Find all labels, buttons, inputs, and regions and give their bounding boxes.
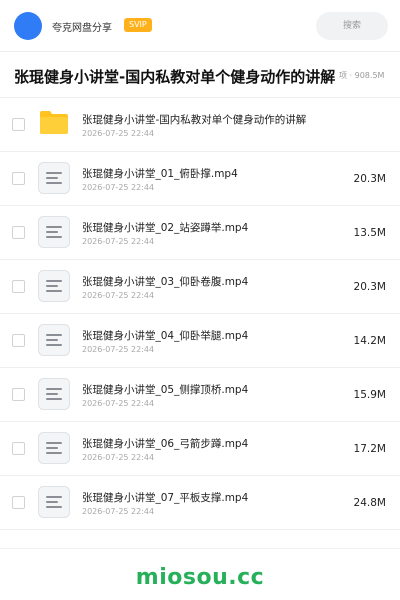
file-date: 2026-07-25 22:44 [82, 129, 155, 138]
folder-row[interactable]: 张琨健身小讲堂-国内私教对单个健身动作的讲解 2026-07-25 22:44 [0, 98, 400, 152]
file-icon [38, 486, 70, 518]
file-size: 14.2M [353, 335, 386, 347]
file-date: 2026-07-25 22:44 [82, 183, 155, 192]
file-name[interactable]: 张琨健身小讲堂_04_仰卧举腿.mp4 [82, 328, 248, 343]
file-icon [38, 216, 70, 248]
file-name[interactable]: 张琨健身小讲堂_06_弓箭步蹲.mp4 [82, 436, 248, 451]
file-icon [38, 432, 70, 464]
share-meta: 项 · 908.5M [339, 71, 385, 80]
file-row[interactable]: 张琨健身小讲堂_03_仰卧卷腹.mp4 2026-07-25 22:44 20.3M [0, 260, 400, 314]
file-name[interactable]: 张琨健身小讲堂-国内私教对单个健身动作的讲解 [82, 112, 306, 127]
file-date: 2026-07-25 22:44 [82, 291, 155, 300]
file-name[interactable]: 张琨健身小讲堂_05_侧撑顶桥.mp4 [82, 382, 248, 397]
file-size: 17.2M [353, 443, 386, 455]
row-checkbox[interactable] [12, 334, 25, 347]
file-row[interactable]: 张琨健身小讲堂_07_平板支撑.mp4 2026-07-25 22:44 24.8M [0, 476, 400, 530]
share-title-bar: 张琨健身小讲堂-国内私教对单个健身动作的讲解 项 · 908.5M [0, 52, 400, 98]
file-date: 2026-07-25 22:44 [82, 507, 155, 516]
file-date: 2026-07-25 22:44 [82, 237, 155, 246]
file-name[interactable]: 张琨健身小讲堂_02_站姿蹲举.mp4 [82, 220, 248, 235]
search-input[interactable]: 搜索 [316, 12, 388, 40]
file-name[interactable]: 张琨健身小讲堂_07_平板支撑.mp4 [82, 490, 248, 505]
row-checkbox[interactable] [12, 226, 25, 239]
folder-icon [40, 110, 68, 134]
row-checkbox[interactable] [12, 280, 25, 293]
row-checkbox[interactable] [12, 118, 25, 131]
file-size: 24.8M [353, 497, 386, 509]
file-icon [38, 324, 70, 356]
watermark: miosou.cc [135, 565, 265, 590]
file-list: 张琨健身小讲堂-国内私教对单个健身动作的讲解 2026-07-25 22:44 张琨… [0, 98, 400, 530]
row-checkbox[interactable] [12, 172, 25, 185]
svip-badge: SVIP [124, 18, 152, 32]
file-row[interactable]: 张琨健身小讲堂_04_仰卧举腿.mp4 2026-07-25 22:44 14.2M [0, 314, 400, 368]
file-size: 15.9M [353, 389, 386, 401]
row-checkbox[interactable] [12, 496, 25, 509]
file-size: 20.3M [353, 281, 386, 293]
file-name[interactable]: 张琨健身小讲堂_03_仰卧卷腹.mp4 [82, 274, 248, 289]
app-name: 夸克网盘分享 [52, 23, 112, 34]
file-name[interactable]: 张琨健身小讲堂_01_俯卧撑.mp4 [82, 166, 238, 181]
footer: miosou.cc [0, 548, 400, 600]
file-row[interactable]: 张琨健身小讲堂_01_俯卧撑.mp4 2026-07-25 22:44 20.3M [0, 152, 400, 206]
row-checkbox[interactable] [12, 388, 25, 401]
avatar[interactable] [14, 12, 42, 40]
file-row[interactable]: 张琨健身小讲堂_06_弓箭步蹲.mp4 2026-07-25 22:44 17.2M [0, 422, 400, 476]
file-date: 2026-07-25 22:44 [82, 345, 155, 354]
file-row[interactable]: 张琨健身小讲堂_05_侧撑顶桥.mp4 2026-07-25 22:44 15.9M [0, 368, 400, 422]
file-icon [38, 162, 70, 194]
file-row[interactable]: 张琨健身小讲堂_02_站姿蹲举.mp4 2026-07-25 22:44 13.5M [0, 206, 400, 260]
header: 夸克网盘分享 SVIP 搜索 [0, 0, 400, 52]
file-size: 13.5M [353, 227, 386, 239]
row-checkbox[interactable] [12, 442, 25, 455]
file-size: 20.3M [353, 173, 386, 185]
page-title: 张琨健身小讲堂-国内私教对单个健身动作的讲解 [14, 68, 336, 86]
file-date: 2026-07-25 22:44 [82, 453, 155, 462]
file-date: 2026-07-25 22:44 [82, 399, 155, 408]
file-icon [38, 270, 70, 302]
file-icon [38, 378, 70, 410]
